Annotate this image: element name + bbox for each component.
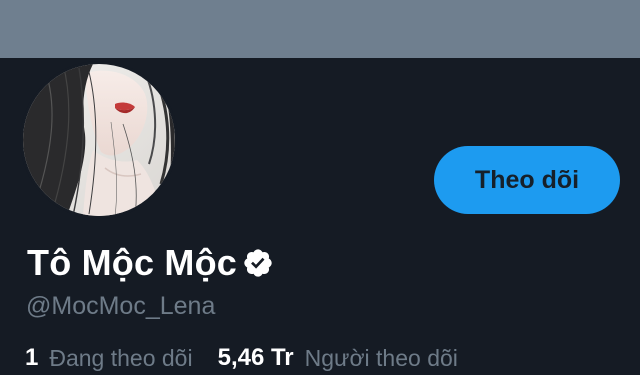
verified-badge-icon[interactable] <box>242 247 274 279</box>
followers-stat[interactable]: 5,46 Tr Người theo dõi <box>218 344 458 372</box>
following-count: 1 <box>25 344 39 371</box>
followers-count: 5,46 Tr <box>217 344 294 371</box>
follow-button[interactable]: Theo dõi <box>434 146 620 214</box>
avatar[interactable] <box>20 61 178 219</box>
following-label: Đang theo dõi <box>49 344 193 371</box>
following-stat[interactable]: 1 Đang theo dõi <box>25 344 193 372</box>
name-row: Tô Mộc Mộc <box>27 238 274 288</box>
profile-header: Theo dõi Tô Mộc Mộc @MocMoc_Lena 1 Đang … <box>0 58 640 371</box>
user-handle: @MocMoc_Lena <box>26 292 216 320</box>
followers-label: Người theo dõi <box>304 344 458 371</box>
follow-stats: 1 Đang theo dõi 5,46 Tr Người theo dõi <box>25 341 458 375</box>
display-name: Tô Mộc Mộc <box>27 242 237 283</box>
profile-banner[interactable] <box>0 0 640 58</box>
avatar-image <box>23 64 175 216</box>
